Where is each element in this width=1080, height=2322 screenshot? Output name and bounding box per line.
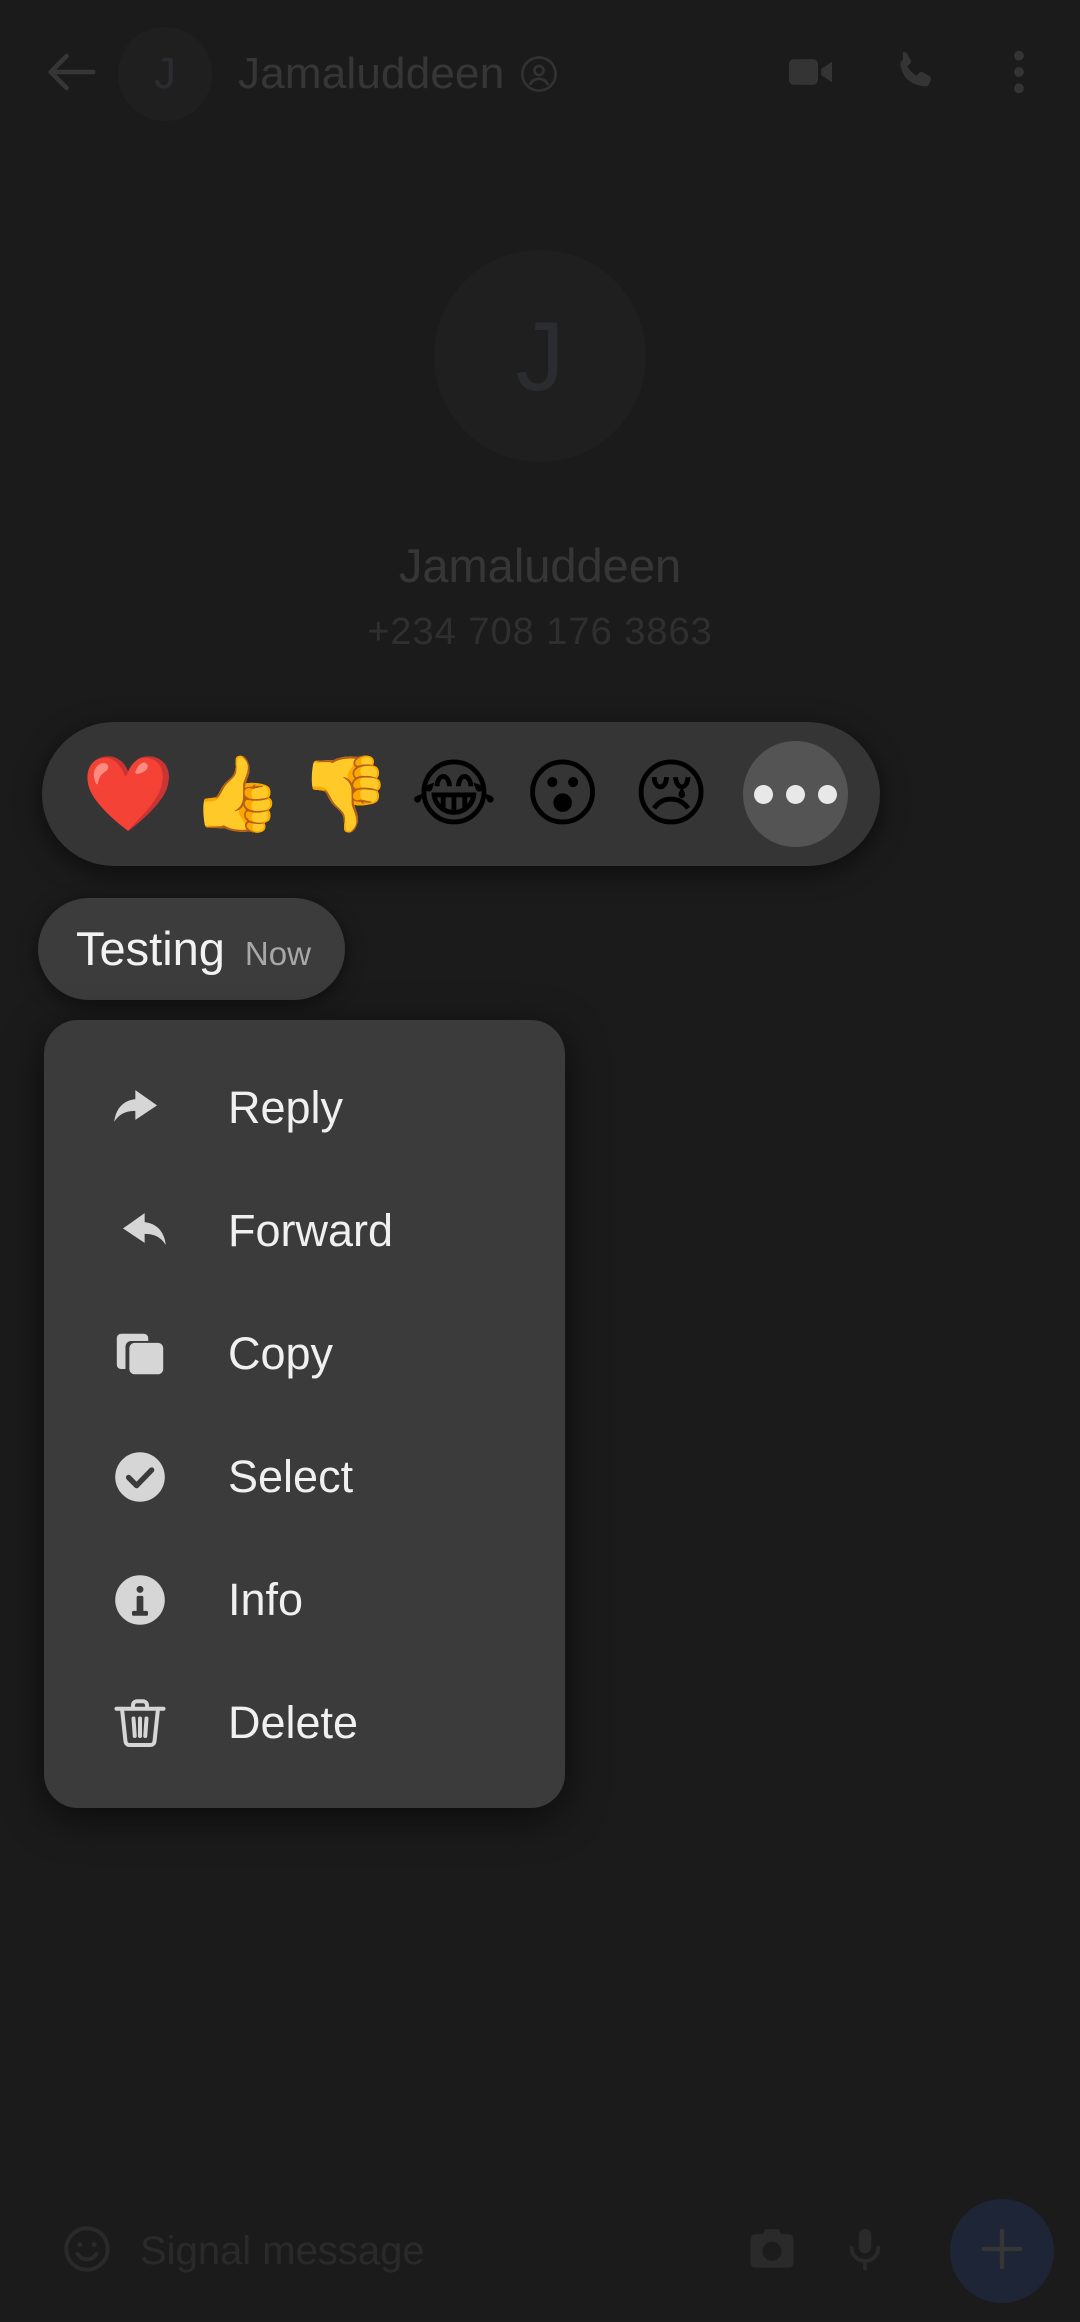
message-input-placeholder: Signal message — [140, 2228, 425, 2273]
profile-avatar-initial: J — [515, 300, 565, 411]
message-input-field[interactable]: Signal message — [26, 2199, 924, 2303]
context-menu-item-select[interactable]: Select — [44, 1415, 565, 1538]
conversation-profile-header: J Jamaluddeen +234 708 176 3863 — [0, 250, 1080, 654]
reaction-surprised[interactable]: 😮 — [508, 739, 617, 849]
appbar-avatar[interactable]: J — [118, 27, 212, 121]
more-dot-1 — [754, 784, 774, 804]
context-menu-label-info: Info — [228, 1573, 304, 1625]
compose-inline-actions — [744, 2221, 890, 2282]
reaction-thumbs-down[interactable]: 👎 — [291, 739, 400, 849]
add-attachment-button[interactable] — [950, 2199, 1054, 2303]
profile-name: Jamaluddeen — [398, 539, 682, 592]
three-dots-vertical-icon — [996, 44, 1042, 105]
appbar-title-area[interactable]: Jamaluddeen — [238, 49, 780, 99]
message-timestamp: Now — [244, 935, 311, 972]
voice-call-button[interactable] — [884, 43, 946, 105]
message-content-row: Testing Now — [76, 898, 311, 1000]
conversation-appbar: J Jamaluddeen — [0, 0, 1080, 148]
context-menu-label-copy: Copy — [228, 1327, 334, 1379]
plus-icon — [973, 2220, 1031, 2283]
reaction-heart[interactable]: ❤️ — [74, 739, 183, 849]
copy-icon — [106, 1320, 174, 1388]
more-dot-2 — [786, 784, 806, 804]
reaction-thumbs-up[interactable]: 👍 — [183, 739, 292, 849]
check-circle-icon — [106, 1443, 174, 1511]
profile-avatar[interactable]: J — [434, 250, 646, 462]
forward-arrow-icon — [106, 1197, 174, 1265]
reaction-sad[interactable]: 😢 — [617, 739, 726, 849]
phone-icon — [888, 45, 942, 104]
context-menu-label-select: Select — [228, 1450, 354, 1502]
profile-phone-number: +234 708 176 3863 — [367, 611, 713, 653]
reply-arrow-icon — [106, 1074, 174, 1142]
info-circle-icon — [106, 1566, 174, 1634]
context-menu-item-reply[interactable]: Reply — [44, 1046, 565, 1169]
overflow-menu-button[interactable] — [988, 43, 1050, 105]
context-menu-label-forward: Forward — [228, 1204, 394, 1256]
reaction-picker-bar: ❤️ 👍 👎 😂 😮 😢 — [42, 722, 880, 866]
appbar-avatar-initial: J — [154, 49, 176, 98]
more-dot-3 — [818, 784, 838, 804]
trash-icon — [106, 1689, 174, 1757]
reaction-joy[interactable]: 😂 — [400, 739, 509, 849]
chat-screen: J Jamaluddeen J Jamaluddeen +234 708 176… — [0, 0, 1080, 2322]
context-menu-item-forward[interactable]: Forward — [44, 1169, 565, 1292]
selected-message-bubble[interactable]: Testing Now — [38, 898, 345, 1000]
appbar-actions — [780, 43, 1050, 105]
camera-icon[interactable] — [744, 2221, 800, 2282]
context-menu-label-delete: Delete — [228, 1696, 359, 1748]
context-menu-label-reply: Reply — [228, 1081, 344, 1133]
context-menu-item-copy[interactable]: Copy — [44, 1292, 565, 1415]
compose-bar: Signal message — [0, 2180, 1080, 2322]
more-reactions-button[interactable] — [743, 741, 848, 847]
contact-badge-icon — [518, 53, 560, 95]
video-camera-icon — [783, 44, 839, 105]
back-button[interactable] — [26, 40, 118, 109]
video-call-button[interactable] — [780, 43, 842, 105]
message-text: Testing — [76, 922, 225, 975]
context-menu-item-info[interactable]: Info — [44, 1538, 565, 1661]
smiley-face-icon[interactable] — [60, 2222, 114, 2281]
context-menu-item-delete[interactable]: Delete — [44, 1661, 565, 1784]
back-arrow-icon — [40, 40, 104, 109]
message-context-menu: Reply Forward Copy Select Info Delete — [44, 1020, 565, 1808]
conversation-title: Jamaluddeen — [238, 49, 505, 98]
microphone-icon[interactable] — [840, 2221, 890, 2282]
